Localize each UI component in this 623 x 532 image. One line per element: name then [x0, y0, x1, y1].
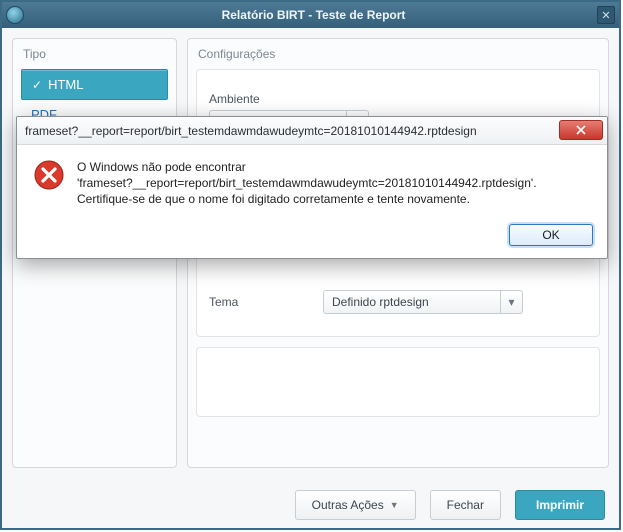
tema-select[interactable]: Definido rptdesign ▾ — [323, 290, 523, 314]
error-ok-button[interactable]: OK — [509, 224, 593, 246]
fechar-button[interactable]: Fechar — [430, 490, 501, 520]
error-title: frameset?__report=report/birt_testemdawm… — [25, 124, 607, 138]
title-bar: Relatório BIRT - Teste de Report ✕ — [2, 2, 619, 28]
error-ok-label: OK — [542, 228, 559, 242]
imprimir-button[interactable]: Imprimir — [515, 490, 605, 520]
close-icon: ✕ — [601, 9, 610, 22]
error-body: O Windows não pode encontrar 'frameset?_… — [17, 145, 607, 216]
type-item-html[interactable]: ✓ HTML — [21, 69, 168, 100]
error-line1: O Windows não pode encontrar — [77, 159, 537, 175]
outras-acoes-label: Outras Ações — [312, 498, 384, 512]
config-title: Configurações — [198, 47, 600, 61]
app-icon — [6, 6, 24, 24]
error-footer: OK — [17, 216, 607, 258]
fechar-label: Fechar — [447, 498, 484, 512]
error-icon — [33, 159, 65, 191]
close-icon — [576, 125, 586, 135]
chevron-down-icon: ▾ — [500, 291, 522, 313]
error-line2: 'frameset?__report=report/birt_testemdaw… — [77, 175, 537, 191]
error-line3: Certifique-se de que o nome foi digitado… — [77, 191, 537, 207]
ambiente-label: Ambiente — [209, 92, 309, 106]
footer: Outras Ações ▼ Fechar Imprimir — [2, 482, 619, 520]
error-close-button[interactable] — [559, 120, 603, 140]
window-close-button[interactable]: ✕ — [597, 6, 615, 24]
imprimir-label: Imprimir — [536, 498, 584, 512]
type-item-label: HTML — [48, 77, 83, 92]
error-message: O Windows não pode encontrar 'frameset?_… — [77, 159, 537, 208]
tema-row: Tema Definido rptdesign ▾ — [209, 290, 587, 314]
config-group-bottom — [196, 347, 600, 417]
error-titlebar: frameset?__report=report/birt_testemdawm… — [17, 117, 607, 145]
tema-value: Definido rptdesign — [332, 295, 429, 309]
chevron-down-icon: ▼ — [390, 500, 399, 510]
app-window: Relatório BIRT - Teste de Report ✕ Tipo … — [0, 0, 621, 530]
outras-acoes-button[interactable]: Outras Ações ▼ — [295, 490, 416, 520]
tema-label: Tema — [209, 295, 309, 309]
window-title: Relatório BIRT - Teste de Report — [30, 8, 597, 22]
check-icon: ✓ — [32, 78, 42, 92]
sidebar-title: Tipo — [23, 47, 168, 61]
error-dialog: frameset?__report=report/birt_testemdawm… — [16, 116, 608, 259]
